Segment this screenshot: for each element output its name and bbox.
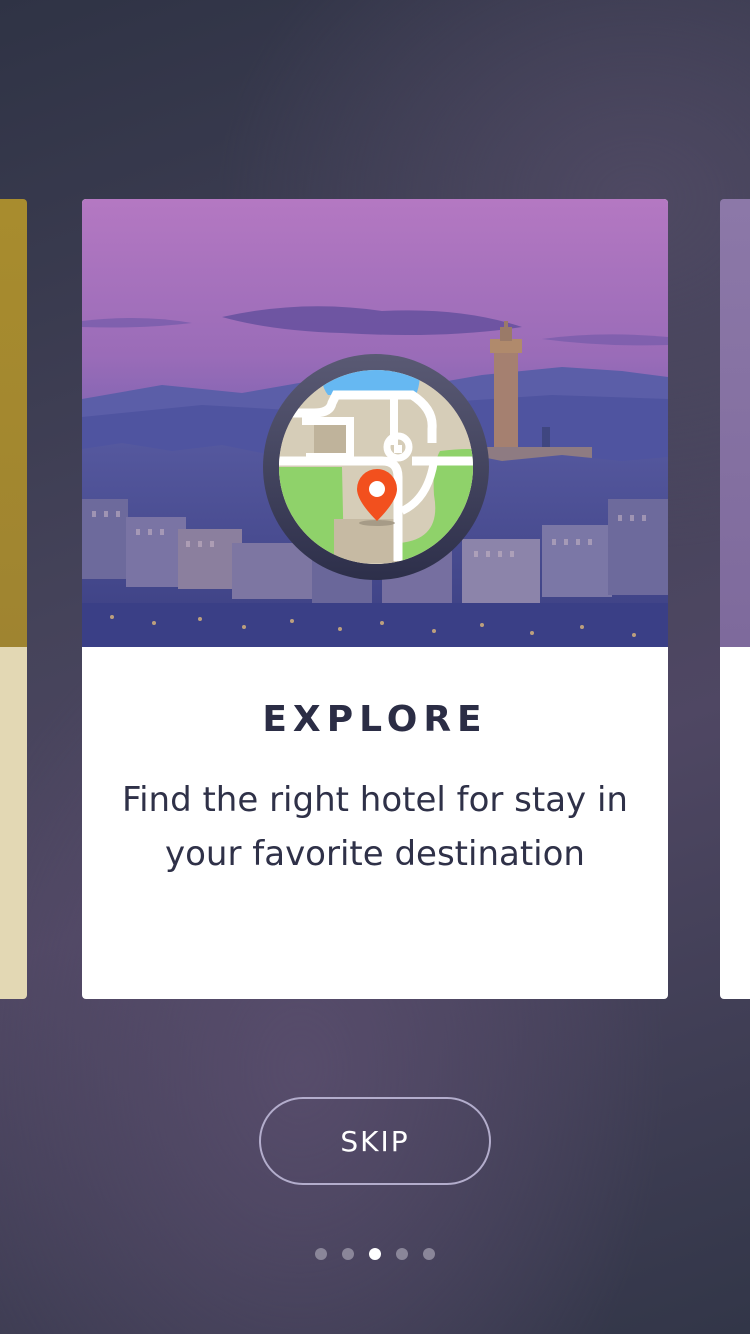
page-dot-active[interactable] bbox=[369, 1248, 381, 1260]
card-description: Find the right hotel for stay in your fa… bbox=[122, 780, 628, 874]
card-title: EXPLORE bbox=[262, 699, 488, 740]
next-card-image bbox=[720, 199, 750, 647]
previous-card-body bbox=[0, 647, 27, 999]
pagination-dots bbox=[0, 1248, 750, 1262]
page-dot[interactable] bbox=[342, 1248, 354, 1260]
onboarding-card: EXPLORE Find the right hotel for stay in… bbox=[82, 199, 668, 999]
city-skyline-image bbox=[82, 199, 668, 647]
skip-button[interactable]: SKIP bbox=[259, 1097, 491, 1185]
page-dot[interactable] bbox=[423, 1248, 435, 1260]
next-card-peek[interactable] bbox=[720, 199, 750, 999]
next-card-body bbox=[720, 647, 750, 999]
page-dot[interactable] bbox=[396, 1248, 408, 1260]
previous-card-peek[interactable] bbox=[0, 199, 27, 999]
map-pin-icon bbox=[263, 354, 489, 580]
page-dot[interactable] bbox=[315, 1248, 327, 1260]
previous-card-image bbox=[0, 199, 27, 647]
